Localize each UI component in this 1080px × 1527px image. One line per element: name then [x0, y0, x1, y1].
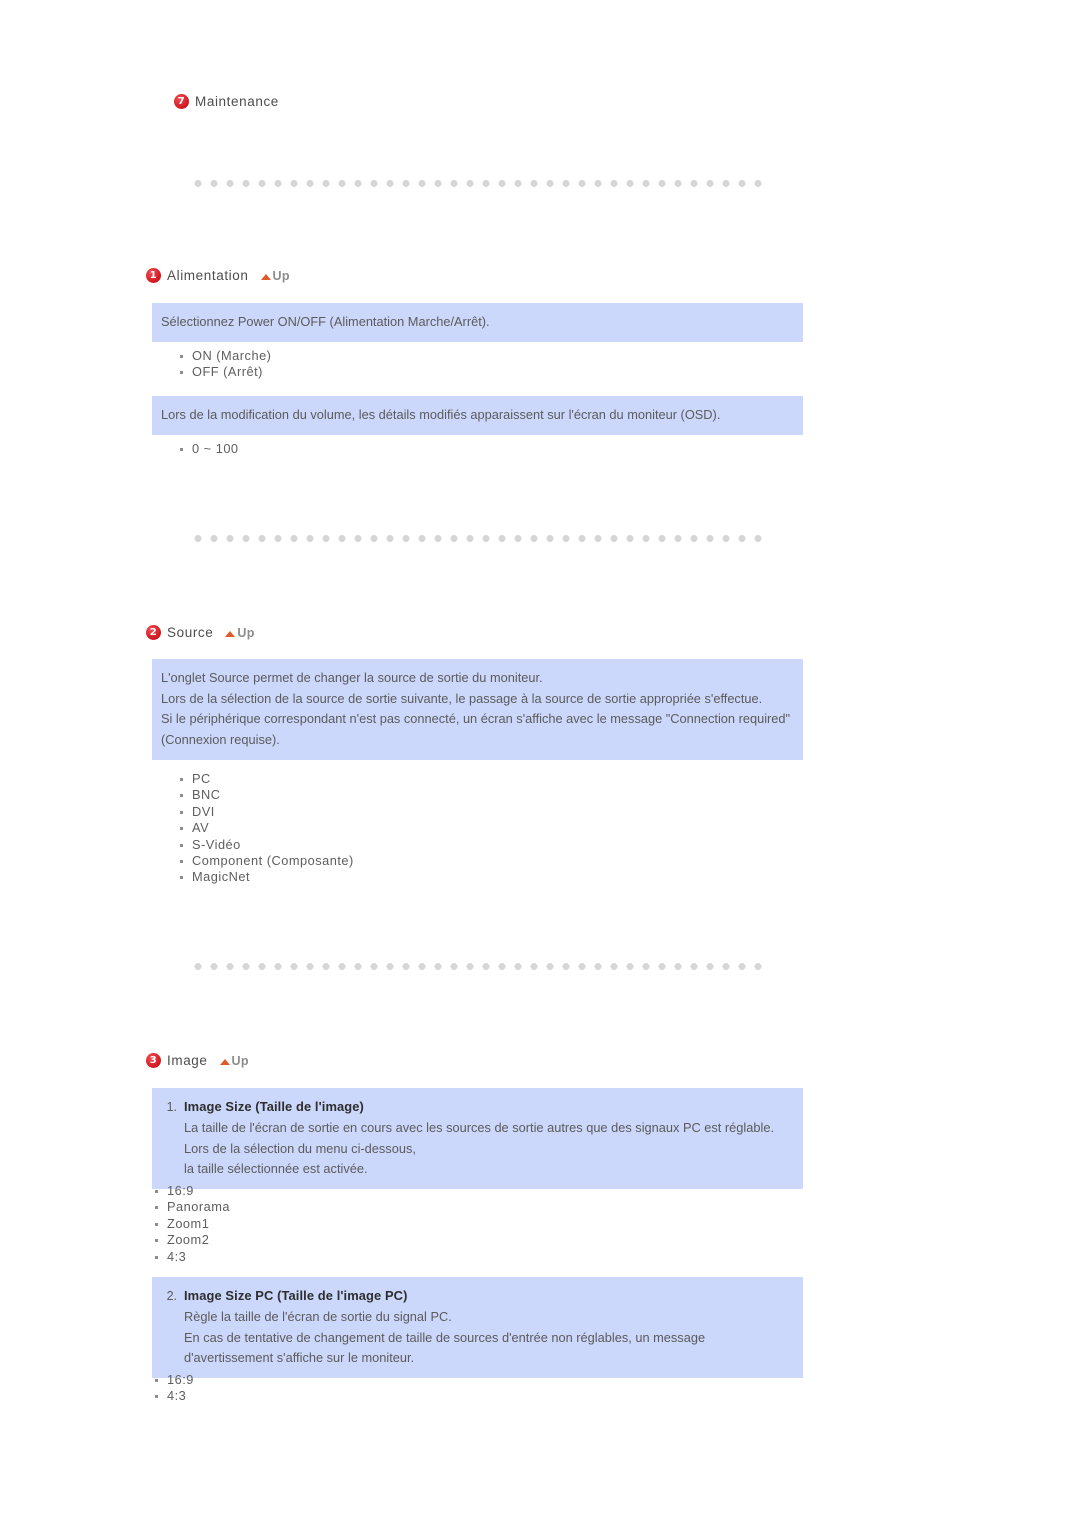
- list-item: DVI: [178, 804, 578, 820]
- list-item: OFF (Arrêt): [178, 364, 578, 380]
- info-text: L'onglet Source permet de changer la sou…: [161, 670, 543, 685]
- item-title: Image Size PC (Taille de l'image PC): [184, 1288, 408, 1303]
- page-heading: 7 Maintenance: [174, 94, 279, 109]
- bullet-list-image-size-pc-options: 16:9 4:3: [153, 1372, 553, 1405]
- list-item: 16:9: [153, 1183, 553, 1199]
- triangle-up-icon: [260, 273, 271, 280]
- section-title-image: Image: [167, 1053, 208, 1068]
- info-text: Lors de la modification du volume, les d…: [161, 407, 721, 422]
- list-item: Component (Composante): [178, 853, 578, 869]
- info-text: En cas de tentative de changement de tai…: [184, 1329, 706, 1366]
- info-box-image-size: 1. Image Size (Taille de l'image) La tai…: [152, 1088, 803, 1190]
- badge-1: 1: [146, 268, 161, 283]
- list-item: AV: [178, 820, 578, 836]
- badge-3: 3: [146, 1053, 161, 1068]
- up-link-label: Up: [272, 268, 290, 283]
- bullet-list-source-options: PC BNC DVI AV S-Vidéo Component (Composa…: [178, 771, 578, 886]
- list-item: 0 ~ 100: [178, 441, 578, 457]
- info-box-volume: Lors de la modification du volume, les d…: [152, 396, 803, 435]
- dotted-separator: [190, 963, 766, 970]
- list-item: Zoom1: [153, 1216, 553, 1232]
- dotted-separator: [190, 180, 766, 187]
- section-title-alimentation: Alimentation: [167, 268, 249, 283]
- info-text: Si le périphérique correspondant n'est p…: [161, 711, 791, 748]
- section-title-source: Source: [167, 625, 214, 640]
- section-heading-alimentation: 1 Alimentation Up: [146, 268, 290, 283]
- info-text: Sélectionnez Power ON/OFF (Alimentation …: [161, 314, 490, 329]
- list-item: Zoom2: [153, 1232, 553, 1248]
- numbered-item-1: 1. Image Size (Taille de l'image) La tai…: [161, 1097, 793, 1180]
- up-link-label: Up: [237, 625, 255, 640]
- info-text: la taille sélectionnée est activée.: [184, 1161, 368, 1177]
- page-title: Maintenance: [195, 94, 279, 109]
- up-link-source[interactable]: Up: [225, 626, 254, 640]
- numbered-item-2: 2. Image Size PC (Taille de l'image PC) …: [161, 1286, 793, 1369]
- list-item: Panorama: [153, 1199, 553, 1215]
- item-index: 2.: [166, 1289, 177, 1303]
- info-text: La taille de l'écran de sortie en cours …: [184, 1119, 775, 1156]
- item-index: 1.: [166, 1100, 177, 1114]
- info-text: Règle la taille de l'écran de sortie du …: [184, 1308, 452, 1324]
- triangle-up-icon: [219, 1058, 230, 1065]
- bullet-list-power-options: ON (Marche) OFF (Arrêt): [178, 348, 578, 381]
- section-heading-source: 2 Source Up: [146, 625, 255, 640]
- list-item: PC: [178, 771, 578, 787]
- list-item: MagicNet: [178, 869, 578, 885]
- bullet-list-volume-range: 0 ~ 100: [178, 441, 578, 457]
- up-link-image[interactable]: Up: [219, 1053, 249, 1068]
- info-text: Lors de la sélection de la source de sor…: [161, 690, 763, 706]
- info-box-source: L'onglet Source permet de changer la sou…: [152, 659, 803, 760]
- list-item: 4:3: [153, 1388, 553, 1404]
- list-item: 4:3: [153, 1249, 553, 1265]
- badge-7: 7: [174, 94, 189, 109]
- dotted-separator: [190, 535, 766, 542]
- list-item: ON (Marche): [178, 348, 578, 364]
- up-link-alimentation[interactable]: Up: [260, 268, 290, 283]
- info-box-image-size-pc: 2. Image Size PC (Taille de l'image PC) …: [152, 1277, 803, 1379]
- section-heading-image: 3 Image Up: [146, 1053, 249, 1068]
- list-item: BNC: [178, 787, 578, 803]
- item-title: Image Size (Taille de l'image): [184, 1099, 364, 1114]
- up-link-label: Up: [231, 1053, 249, 1068]
- triangle-up-icon: [225, 630, 236, 637]
- bullet-list-image-size-options: 16:9 Panorama Zoom1 Zoom2 4:3: [153, 1183, 553, 1265]
- info-box-power: Sélectionnez Power ON/OFF (Alimentation …: [152, 303, 803, 342]
- badge-2: 2: [146, 625, 161, 640]
- manual-page: 7 Maintenance 1 Alimentation Up Sélectio…: [0, 0, 1080, 1527]
- list-item: 16:9: [153, 1372, 553, 1388]
- list-item: S-Vidéo: [178, 837, 578, 853]
